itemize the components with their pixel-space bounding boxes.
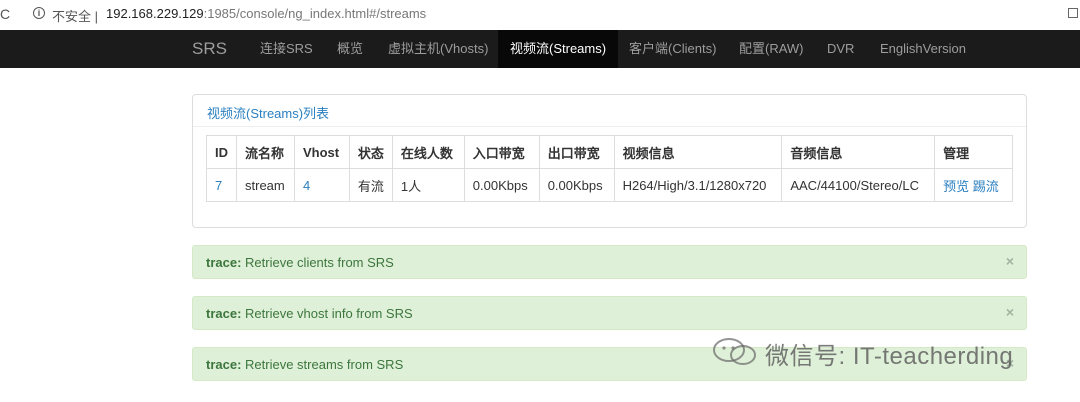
insecure-label: 不安全 | [52, 9, 99, 24]
brand-logo[interactable]: SRS [192, 39, 227, 59]
panel-title: 视频流(Streams)列表 [207, 106, 330, 121]
table-header-row: ID 流名称 Vhost 状态 在线人数 入口带宽 出口带宽 视频信息 音频信息… [206, 135, 1013, 169]
col-out-bandwidth: 出口带宽 [538, 135, 615, 169]
url-host: 192.168.229.129 [106, 6, 204, 21]
alert-message: trace: Retrieve clients from SRS [206, 255, 394, 270]
cell-id[interactable]: 7 [206, 168, 237, 202]
nav-clients[interactable]: 客户端(Clients) [617, 30, 728, 68]
col-manage: 管理 [934, 135, 1013, 169]
nav-config-raw[interactable]: 配置(RAW) [727, 30, 816, 68]
info-icon[interactable]: i [33, 7, 45, 19]
reload-icon[interactable]: C [0, 6, 14, 22]
alert-prefix: trace: [206, 306, 242, 321]
wechat-icon [713, 338, 756, 365]
cell-stream-name: stream [236, 168, 295, 202]
alert-text: Retrieve clients from SRS [241, 255, 394, 270]
col-audio-info: 音频信息 [781, 135, 936, 169]
close-icon[interactable]: × [1006, 253, 1014, 269]
cell-vhost[interactable]: 4 [293, 168, 350, 202]
nav-vhosts[interactable]: 虚拟主机(Vhosts) [376, 30, 500, 68]
address-bar[interactable]: C i 不安全 | 192.168.229.129:1985/console/n… [0, 0, 1080, 30]
cell-audio-info: AAC/44100/Stereo/LC [781, 168, 936, 202]
alert-message: trace: Retrieve streams from SRS [206, 357, 403, 372]
cell-status: 有流 [348, 168, 393, 202]
alert-text: Retrieve vhost info from SRS [241, 306, 413, 321]
col-id: ID [206, 135, 237, 169]
col-status: 状态 [348, 135, 393, 169]
nav-dvr[interactable]: DVR [815, 30, 866, 68]
url-text[interactable]: 192.168.229.129:1985/console/ng_index.ht… [106, 6, 426, 21]
alert-prefix: trace: [206, 357, 242, 372]
alert-message: trace: Retrieve vhost info from SRS [206, 306, 413, 321]
table-row: 7 stream 4 有流 1人 0.00Kbps 0.00Kbps H264/… [206, 168, 1013, 202]
alert-text: Retrieve streams from SRS [241, 357, 404, 372]
streams-table: ID 流名称 Vhost 状态 在线人数 入口带宽 出口带宽 视频信息 音频信息… [206, 135, 1013, 202]
nav-streams[interactable]: 视频流(Streams) [498, 30, 619, 68]
cell-in-bandwidth: 0.00Kbps [463, 168, 540, 202]
cell-out-bandwidth: 0.00Kbps [538, 168, 615, 202]
vhost-link[interactable]: 4 [303, 178, 310, 193]
close-icon[interactable]: × [1006, 304, 1014, 320]
col-video-info: 视频信息 [613, 135, 783, 169]
nav-overview[interactable]: 概览 [325, 30, 375, 68]
col-online-count: 在线人数 [391, 135, 465, 169]
alert-prefix: trace: [206, 255, 242, 270]
cell-manage: 预览 踢流 [934, 168, 1013, 202]
preview-link[interactable]: 预览 [943, 179, 969, 194]
watermark-text: 微信号: IT-teacherding [765, 343, 1014, 370]
alert-trace-vhost: trace: Retrieve vhost info from SRS × [192, 296, 1027, 330]
cell-video-info: H264/High/3.1/1280x720 [613, 168, 783, 202]
url-path: :1985/console/ng_index.html#/streams [203, 6, 427, 21]
col-in-bandwidth: 入口带宽 [463, 135, 540, 169]
extension-icon[interactable] [1068, 8, 1078, 18]
stream-id-link[interactable]: 7 [215, 178, 222, 193]
col-vhost: Vhost [293, 135, 350, 169]
top-navbar: SRS 连接SRS 概览 虚拟主机(Vhosts) 视频流(Streams) 客… [0, 30, 1080, 68]
panel-heading: 视频流(Streams)列表 [193, 95, 1026, 127]
col-stream-name: 流名称 [236, 135, 295, 169]
kick-stream-link[interactable]: 踢流 [973, 179, 999, 194]
cell-online-count: 1人 [391, 168, 465, 202]
alert-trace-clients: trace: Retrieve clients from SRS × [192, 245, 1027, 279]
nav-connect-srs[interactable]: 连接SRS [248, 30, 325, 68]
nav-english-version[interactable]: EnglishVersion [868, 30, 978, 68]
